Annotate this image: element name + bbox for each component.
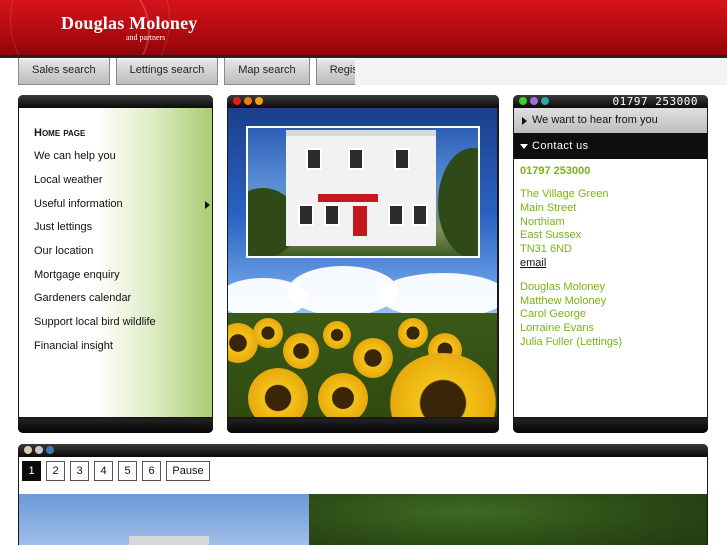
menu-item-financial-insight[interactable]: Financial insight bbox=[34, 340, 113, 352]
hear-from-you-label: We want to hear from you bbox=[532, 114, 658, 126]
sunflower-shape bbox=[353, 338, 393, 378]
panel-footer bbox=[513, 419, 708, 433]
contact-panel: 01797 253000 We want to hear from you Co… bbox=[513, 95, 708, 433]
panel-footer bbox=[227, 419, 499, 433]
address-line: Northiam bbox=[520, 216, 565, 228]
brand-tagline: and partners bbox=[126, 33, 166, 42]
submenu-arrow-icon bbox=[205, 201, 210, 209]
green-dot-icon bbox=[519, 97, 527, 105]
grey-dot-icon bbox=[24, 446, 32, 454]
slideshow-pager: 1 2 3 4 5 6 Pause bbox=[22, 461, 215, 481]
grey-dot-icon bbox=[35, 446, 43, 454]
slideshow-body: 1 2 3 4 5 6 Pause bbox=[19, 457, 707, 545]
address-line: The Village Green bbox=[520, 188, 609, 200]
door-shape bbox=[353, 206, 367, 236]
triangle-right-icon bbox=[522, 117, 527, 125]
contact-us-toggle[interactable]: Contact us bbox=[514, 133, 707, 159]
window-shape bbox=[388, 204, 404, 226]
slide-page-button-6[interactable]: 6 bbox=[142, 461, 161, 481]
sunflower-shape bbox=[398, 318, 428, 348]
sunflower-shape bbox=[253, 318, 283, 348]
hear-from-you-toggle[interactable]: We want to hear from you bbox=[514, 108, 707, 133]
address-line: TN31 6ND bbox=[520, 243, 572, 255]
sunflower-scene-image bbox=[228, 108, 497, 417]
top-navigation: Sales search Lettings search Map search … bbox=[18, 58, 391, 85]
nav-map-search-button[interactable]: Map search bbox=[224, 58, 310, 85]
panel-titlebar: 01797 253000 bbox=[513, 95, 708, 108]
staff-link[interactable]: Douglas Moloney bbox=[520, 281, 605, 293]
menu-item-our-location[interactable]: Our location bbox=[34, 245, 93, 257]
staff-link[interactable]: Julia Fuller (Lettings) bbox=[520, 336, 622, 348]
sunflower-shape bbox=[323, 321, 351, 349]
sunflower-shape bbox=[318, 373, 368, 417]
house-shape bbox=[129, 536, 209, 545]
contact-phone: 01797 253000 bbox=[520, 165, 591, 177]
slide-page-button-1[interactable]: 1 bbox=[22, 461, 41, 481]
orange-dot-icon bbox=[255, 97, 263, 105]
window-shape bbox=[348, 148, 364, 170]
side-menu: Home page We can help you Local weather … bbox=[19, 108, 212, 417]
window-shape bbox=[298, 204, 314, 226]
window-shape bbox=[412, 204, 428, 226]
email-link[interactable]: email bbox=[520, 257, 546, 269]
address-line: Main Street bbox=[520, 202, 577, 214]
cloud-shape bbox=[378, 273, 497, 318]
sunflower-field bbox=[228, 313, 497, 417]
menu-item-we-can-help[interactable]: We can help you bbox=[34, 150, 116, 162]
panel-titlebar bbox=[227, 95, 499, 108]
nav-sales-search-button[interactable]: Sales search bbox=[18, 58, 110, 85]
window-shape bbox=[324, 204, 340, 226]
tree-shape bbox=[309, 494, 707, 545]
menu-item-gardeners-calendar[interactable]: Gardeners calendar bbox=[34, 292, 131, 304]
staff-link[interactable]: Carol George bbox=[520, 308, 586, 320]
staff-link[interactable]: Lorraine Evans bbox=[520, 322, 594, 334]
nav-lettings-search-button[interactable]: Lettings search bbox=[115, 58, 219, 85]
gear-icon bbox=[541, 97, 549, 105]
panel-footer bbox=[18, 419, 213, 433]
brand-logo-text[interactable]: Douglas Moloney bbox=[61, 13, 198, 34]
panel-titlebar bbox=[18, 95, 213, 108]
panel-titlebar bbox=[18, 444, 708, 457]
menu-item-local-weather[interactable]: Local weather bbox=[34, 174, 103, 186]
menu-item-mortgage-enquiry[interactable]: Mortgage enquiry bbox=[34, 269, 120, 281]
office-photo bbox=[246, 126, 480, 258]
menu-item-home[interactable]: Home page bbox=[34, 127, 85, 139]
contact-us-label: Contact us bbox=[532, 140, 589, 152]
staff-link[interactable]: Matthew Moloney bbox=[520, 295, 606, 307]
tree-shape bbox=[438, 148, 478, 256]
slide-page-button-2[interactable]: 2 bbox=[46, 461, 65, 481]
slide-page-button-3[interactable]: 3 bbox=[70, 461, 89, 481]
red-dot-icon bbox=[233, 97, 241, 105]
triangle-down-icon bbox=[520, 144, 528, 149]
purple-dot-icon bbox=[530, 97, 538, 105]
slide-page-button-5[interactable]: 5 bbox=[118, 461, 137, 481]
slideshow-image bbox=[19, 494, 707, 545]
orange-dot-icon bbox=[244, 97, 252, 105]
slideshow-panel: 1 2 3 4 5 6 Pause bbox=[18, 444, 708, 545]
gear-icon bbox=[46, 446, 54, 454]
window-shape bbox=[394, 148, 410, 170]
window-shape bbox=[306, 148, 322, 170]
sunflower-shape bbox=[388, 353, 497, 417]
header-phone-number: 01797 253000 bbox=[612, 95, 698, 108]
shop-sign-shape bbox=[318, 194, 378, 202]
address-line: East Sussex bbox=[520, 229, 582, 241]
sunflower-shape bbox=[283, 333, 319, 369]
site-header: Douglas Moloney and partners bbox=[0, 0, 727, 56]
menu-item-useful-information[interactable]: Useful information bbox=[34, 198, 123, 210]
sunflower-shape bbox=[248, 368, 308, 417]
nav-background-strip bbox=[355, 58, 727, 85]
menu-panel: Home page We can help you Local weather … bbox=[18, 95, 213, 433]
slideshow-pause-button[interactable]: Pause bbox=[166, 461, 210, 481]
contact-body: We want to hear from you Contact us 0179… bbox=[514, 108, 707, 417]
slide-page-button-4[interactable]: 4 bbox=[94, 461, 113, 481]
menu-item-bird-wildlife[interactable]: Support local bird wildlife bbox=[34, 316, 156, 328]
feature-image-panel bbox=[227, 95, 499, 433]
menu-item-just-lettings[interactable]: Just lettings bbox=[34, 221, 92, 233]
